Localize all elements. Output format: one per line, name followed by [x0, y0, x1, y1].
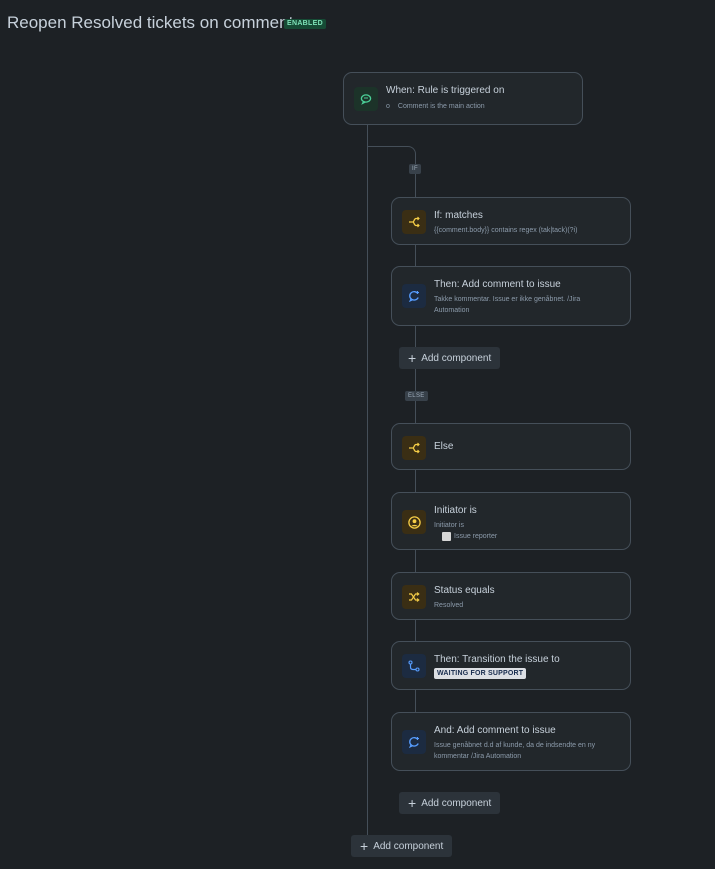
add-component-main-button[interactable]: + Add component — [351, 835, 453, 857]
status-equals-title: Status equals — [434, 585, 495, 596]
if-matches-subtitle: {{comment.body}} contains regex (tak|tac… — [434, 227, 578, 234]
trigger-title: When: Rule is triggered on — [386, 85, 505, 96]
plus-icon: + — [408, 350, 417, 366]
status-badge: ENABLED — [284, 19, 326, 29]
initiator-value-row: Issue reporter — [434, 531, 609, 542]
and-comment-subtitle: Issue genåbnet d.d af kunde, da de indse… — [434, 742, 596, 760]
then-comment-subtitle: Takke kommentar. Issue er ikke genåbnet.… — [434, 296, 581, 314]
add-component-label: Add component — [421, 352, 492, 364]
then-comment-title: Then: Add comment to issue — [434, 279, 561, 290]
add-component-label: Add component — [421, 797, 492, 809]
else-title: Else — [434, 441, 454, 452]
transition-status-row: WAITING FOR SUPPORT — [434, 668, 609, 679]
if-matches-title: If: matches — [434, 210, 483, 221]
status-equals-card[interactable]: Status equals Resolved — [391, 572, 631, 620]
rule-title: Reopen Resolved tickets on comment — [7, 13, 294, 32]
add-component-else-button[interactable]: + Add component — [399, 792, 501, 814]
then-comment-card[interactable]: Then: Add comment to issue Takke komment… — [391, 266, 631, 326]
initiator-subtitle: Initiator is Issue reporter — [434, 520, 609, 542]
trigger-subtitle-text: Comment is the main action — [397, 103, 485, 110]
trigger-subtitle: o Comment is the main action — [386, 101, 561, 112]
add-component-label: Add component — [373, 840, 444, 852]
comment-trigger-icon — [354, 87, 378, 111]
branch-connector — [367, 146, 407, 147]
trigger-card[interactable]: When: Rule is triggered on o Comment is t… — [343, 72, 583, 125]
avatar — [442, 531, 451, 541]
plus-icon: + — [408, 795, 417, 811]
initiator-value: Issue reporter — [454, 533, 498, 540]
shuffle-icon — [402, 585, 426, 609]
plus-icon: + — [360, 838, 369, 854]
user-icon — [402, 510, 426, 534]
comment-action-icon — [402, 284, 426, 308]
comment-action-icon — [402, 730, 426, 754]
else-card[interactable]: Else — [391, 423, 631, 470]
trigger-bullet: o — [386, 103, 390, 110]
transition-icon — [402, 654, 426, 678]
main-connector — [367, 124, 368, 835]
transition-card[interactable]: Then: Transition the issue to WAITING FO… — [391, 641, 631, 690]
if-matches-card[interactable]: If: matches {{comment.body}} contains re… — [391, 197, 631, 245]
initiator-label: Initiator is — [434, 522, 464, 529]
else-label: ELSE — [405, 391, 428, 401]
initiator-title: Initiator is — [434, 505, 477, 516]
status-lozenge: WAITING FOR SUPPORT — [434, 668, 527, 679]
initiator-card[interactable]: Initiator is Initiator is Issue reporter — [391, 492, 631, 550]
add-component-if-button[interactable]: + Add component — [399, 347, 501, 369]
branch-icon — [402, 210, 426, 234]
transition-title: Then: Transition the issue to — [434, 654, 560, 665]
and-comment-card[interactable]: And: Add comment to issue Issue genåbnet… — [391, 712, 631, 771]
status-equals-subtitle: Resolved — [434, 602, 464, 609]
and-comment-title: And: Add comment to issue — [434, 725, 556, 736]
rule-editor: Reopen Resolved tickets on comment ENABL… — [0, 0, 715, 869]
branch-icon — [402, 436, 426, 460]
if-label: IF — [409, 164, 421, 174]
